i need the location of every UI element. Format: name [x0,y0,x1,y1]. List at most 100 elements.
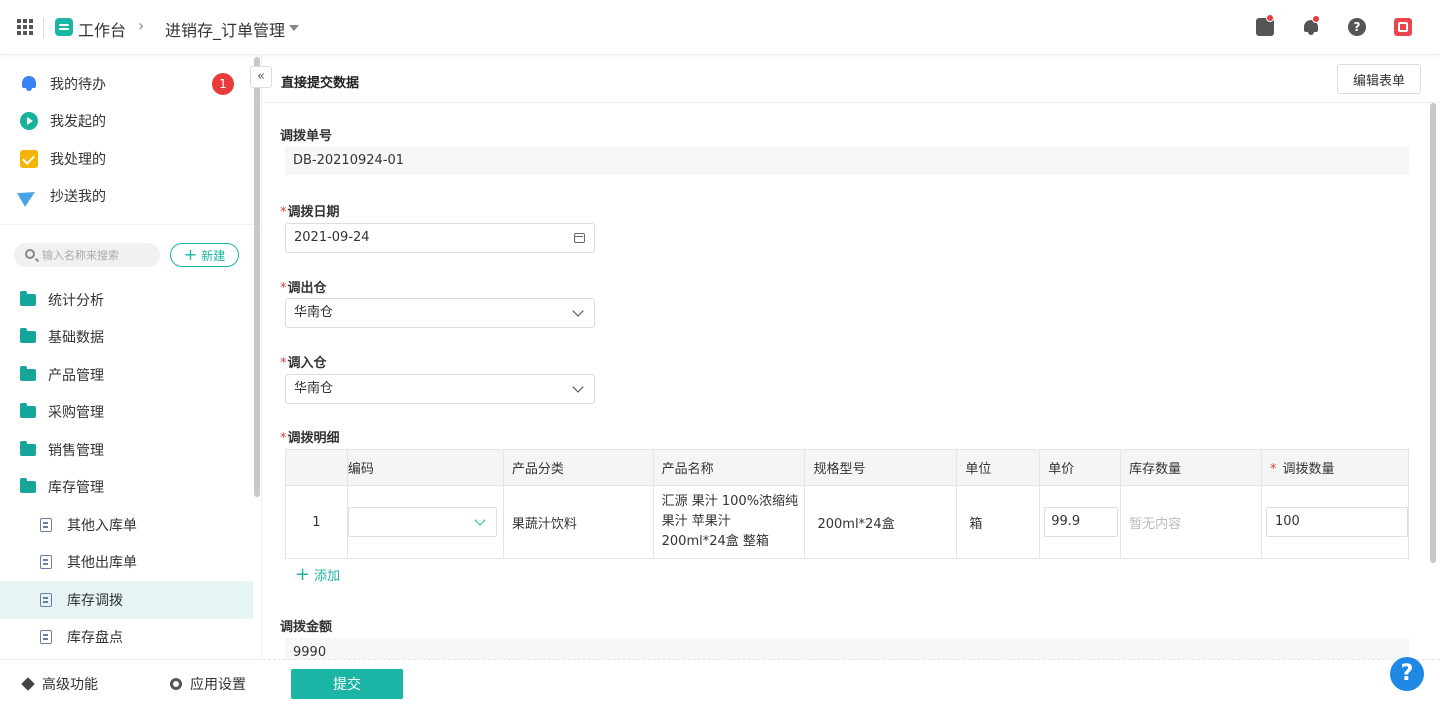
details-label: *调拨明细 [280,427,340,446]
qty-cell: 100 [1261,485,1409,559]
column-header: 单位 [956,449,1041,486]
divider [0,224,262,225]
required-mark: * [280,356,287,371]
in-warehouse-label: *调入仓 [280,352,327,371]
in-warehouse-label-text: 调入仓 [287,356,327,371]
submit-button[interactable]: 提交 [291,669,403,699]
sidebar-folder-products[interactable]: 产品管理 [20,363,104,387]
top-bar: 工作台 › 进销存_订单管理 ? [0,0,1440,55]
breadcrumb-workspace[interactable]: 工作台 [78,17,126,41]
bell-notification-dot [1312,15,1320,23]
out-warehouse-label-text: 调出仓 [287,281,327,296]
user-avatar[interactable] [1394,18,1412,36]
gear-icon [170,678,182,690]
price-input[interactable]: 99.9 [1044,507,1119,537]
sidebar-item-other-inbound[interactable]: 其他入库单 [0,506,253,544]
add-row-button[interactable]: + 添加 [295,565,340,584]
in-warehouse-select[interactable]: 华南仓 [285,374,595,404]
new-button[interactable]: + 新建 [170,243,239,267]
sidebar-scrollbar[interactable] [254,57,260,497]
calendar-icon[interactable] [574,233,585,243]
spec-cell: 200ml*24盒 [804,485,958,559]
edit-form-button[interactable]: 编辑表单 [1337,64,1421,94]
transfer-no-value: DB-20210924-01 [285,146,1409,175]
main-scrollbar[interactable] [1430,103,1436,563]
row-index: 1 [285,485,348,559]
todo-count-badge: 1 [212,73,234,95]
column-header: 编码 [347,449,504,486]
index-column-header [285,449,348,486]
gift-icon[interactable] [1256,14,1274,36]
breadcrumb-app[interactable]: 进销存_订单管理 [165,17,285,41]
sidebar-item-other-outbound[interactable]: 其他出库单 [0,543,253,581]
gift-notification-dot [1266,14,1274,22]
folder-label: 基础数据 [48,330,104,346]
sidebar-footer: 高级功能 应用设置 [0,659,262,705]
sidebar-item-todo[interactable]: 我的待办 [20,72,106,96]
transfer-date-label-text: 调拨日期 [287,205,340,220]
sidebar-item-stock-transfer[interactable]: 库存调拨 [0,581,253,619]
sidebar-item-label: 抄送我的 [50,189,106,205]
app-dropdown-caret-icon[interactable] [289,25,299,31]
table-header-row: 编码 产品分类 产品名称 规格型号 单位 单价 库存数量 * 调拨数量 [285,449,1409,486]
sidebar-item-stocktaking[interactable]: 库存盘点 [0,618,253,656]
form-title: 直接提交数据 [281,76,360,91]
collapse-sidebar-button[interactable]: « [250,66,272,88]
table-row: 1 果蔬汁饮料 汇源 果汁 100%浓缩纯果汁 苹果汁 200ml*24盒 整箱… [285,485,1409,559]
sidebar-item-initiated[interactable]: 我发起的 [20,109,106,133]
in-warehouse-value: 华南仓 [294,381,334,396]
document-icon [40,518,52,532]
transfer-date-field[interactable]: 2021-09-24 [285,223,595,253]
qty-input[interactable]: 100 [1266,507,1408,537]
column-header: 产品名称 [653,449,806,486]
search-input[interactable] [42,243,156,267]
sidebar-item-handled[interactable]: 我处理的 [20,147,106,171]
sidebar-folder-inventory[interactable]: 库存管理 [20,475,104,499]
sidebar: 我的待办 1 我发起的 我处理的 抄送我的 + 新建 统计分析 基础数据 产品管… [0,55,262,705]
folder-icon [20,291,36,306]
out-warehouse-select[interactable]: 华南仓 [285,298,595,328]
folder-icon [20,441,36,456]
price-cell: 99.9 [1039,485,1122,559]
form-footer: 提交 [263,659,1440,705]
sidebar-item-cc[interactable]: 抄送我的 [17,184,106,208]
code-select[interactable] [347,507,497,537]
floating-help-button[interactable]: ? [1390,657,1424,691]
sidebar-folder-basic-data[interactable]: 基础数据 [20,325,104,349]
folder-label: 库存管理 [48,480,104,496]
sidebar-item-label: 库存盘点 [67,630,123,646]
chevron-down-icon [572,305,584,317]
check-icon [20,150,38,168]
amount-label: 调拨金额 [280,620,333,635]
document-icon [40,630,52,644]
folder-icon [20,403,36,418]
transfer-date-value: 2021-09-24 [294,230,370,245]
advanced-features-link[interactable]: 高级功能 [21,674,98,694]
apps-grid-icon[interactable] [17,19,33,35]
sidebar-folder-sales[interactable]: 销售管理 [20,438,104,462]
plus-icon: + [295,563,311,585]
sidebar-folder-stats[interactable]: 统计分析 [20,288,104,312]
code-cell [347,485,504,559]
sidebar-item-label: 库存调拨 [67,593,123,609]
details-table: 编码 产品分类 产品名称 规格型号 单位 单价 库存数量 * 调拨数量 1 果蔬… [285,449,1409,559]
send-icon [17,185,39,207]
form-header: 直接提交数据 编辑表单 [263,55,1440,103]
sidebar-folder-purchasing[interactable]: 采购管理 [20,400,104,424]
sidebar-item-label: 其他出库单 [67,555,137,571]
folder-label: 统计分析 [48,293,104,309]
column-header: 单价 [1039,449,1122,486]
sidebar-item-label: 其他入库单 [67,518,137,534]
app-settings-link[interactable]: 应用设置 [170,674,246,694]
column-header-text: 调拨数量 [1282,462,1335,477]
notification-bell-icon[interactable] [1302,15,1320,36]
folder-label: 销售管理 [48,443,104,459]
cube-icon [21,677,35,691]
divider [43,18,44,38]
help-icon[interactable]: ? [1348,18,1366,36]
column-header: 库存数量 [1120,449,1262,486]
sidebar-search[interactable] [14,243,160,267]
sidebar-item-label: 我处理的 [50,152,106,168]
folder-label: 产品管理 [48,368,104,384]
transfer-no-label: 调拨单号 [280,129,333,144]
